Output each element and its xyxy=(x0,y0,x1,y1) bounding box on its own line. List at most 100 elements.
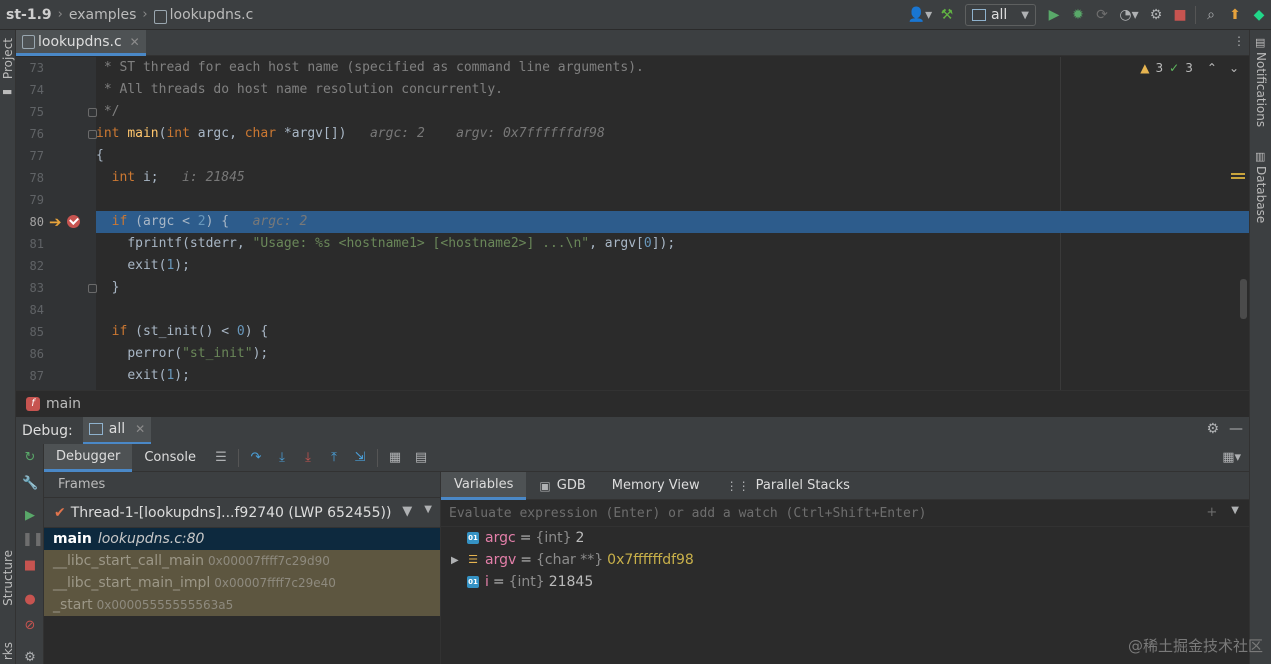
frame-name: main xyxy=(53,531,92,547)
variable-row[interactable]: 01 i = {int} 21845 xyxy=(441,571,1249,593)
code-text: exit( xyxy=(127,258,167,273)
database-tool-button[interactable]: Database xyxy=(1254,166,1268,223)
structure-tool-button[interactable]: Structure xyxy=(1,550,15,606)
rerun-icon[interactable]: ↻ xyxy=(22,450,38,466)
keyword: int xyxy=(111,170,136,185)
variable-row[interactable]: ▶ ☰ argv = {char **} 0x7ffffffdf98 xyxy=(441,549,1249,571)
tab-label: Memory View xyxy=(611,478,700,493)
chevron-down-icon[interactable]: ▼ xyxy=(424,504,432,519)
layout-settings-icon[interactable]: ▦▾ xyxy=(1222,450,1241,465)
keyword: if xyxy=(111,214,128,229)
update-icon[interactable]: ⬆ xyxy=(1223,3,1247,27)
breadcrumb: st-1.9 › examples › lookupdns.c xyxy=(0,0,253,30)
breadcrumb-file[interactable]: lookupdns.c xyxy=(170,7,254,23)
add-watch-icon[interactable]: + xyxy=(1206,505,1217,520)
tab-memory-view[interactable]: Memory View xyxy=(599,472,713,500)
watermark: @稀土掘金技术社区 xyxy=(1127,637,1263,655)
attach-icon[interactable]: ⚙ xyxy=(1144,3,1168,27)
search-icon[interactable]: ⌕ xyxy=(1199,3,1223,27)
project-tool-button[interactable]: Project xyxy=(1,38,15,79)
run-configuration-select[interactable]: all ▼ xyxy=(964,4,1036,26)
gear-icon[interactable]: ⚙ xyxy=(1206,421,1219,437)
variable-row[interactable]: 01 argc = {int} 2 xyxy=(441,527,1249,549)
variable-name: argv xyxy=(485,552,517,568)
resume-icon[interactable]: ▶ xyxy=(22,508,38,524)
frame-row[interactable]: main lookupdns.c:80 xyxy=(44,528,440,550)
gear-icon[interactable]: ⚙ xyxy=(22,650,38,664)
filter-icon[interactable]: ▼ xyxy=(402,504,412,519)
run-icon[interactable]: ▶ xyxy=(1042,3,1066,27)
string-literal: "st_init" xyxy=(182,346,253,361)
close-icon[interactable]: ✕ xyxy=(135,422,145,436)
view-breakpoints-icon[interactable]: ● xyxy=(22,592,38,608)
scrollbar-marker[interactable] xyxy=(1231,173,1245,179)
evaluate-expression-row: + ▼ xyxy=(441,500,1249,527)
frame-row[interactable]: _start 0x00005555555563a5 xyxy=(44,594,440,616)
editor-scrollbar[interactable] xyxy=(1240,279,1247,319)
close-icon[interactable]: ✕ xyxy=(130,35,140,49)
mute-breakpoints-icon[interactable]: ⊘ xyxy=(22,618,38,634)
chevron-up-icon[interactable]: ⌃ xyxy=(1207,61,1217,75)
inspection-widget[interactable]: ▲ 3 ✓ 3 ⌃ ⌄ xyxy=(1140,61,1239,75)
bell-icon: ▤ xyxy=(1255,36,1266,49)
step-out-icon[interactable]: ⤒ xyxy=(321,444,347,472)
wrench-icon[interactable]: 🔧 xyxy=(22,476,38,492)
bookmarks-tool-button[interactable]: rks xyxy=(1,642,15,660)
breadcrumb-project[interactable]: st-1.9 xyxy=(6,7,52,23)
evaluate-expression-input[interactable] xyxy=(449,505,1189,521)
equals-sign: = xyxy=(519,530,532,546)
debug-session-tab[interactable]: all ✕ xyxy=(82,416,152,445)
step-over-icon[interactable]: ↷ xyxy=(243,444,269,472)
breakpoint-icon[interactable] xyxy=(67,215,80,228)
run-configuration-label: all xyxy=(990,7,1008,23)
tab-lookupdns-c[interactable]: lookupdns.c ✕ xyxy=(16,30,146,56)
step-into-icon[interactable]: ⤓ xyxy=(269,444,295,472)
tab-variables[interactable]: Variables xyxy=(441,471,527,500)
trace-icon[interactable]: ▤ xyxy=(408,444,434,472)
user-icon[interactable]: 👤▾ xyxy=(905,3,935,27)
tab-parallel-stacks[interactable]: ⋮⋮ Parallel Stacks xyxy=(713,472,863,500)
pause-icon[interactable]: ❚❚ xyxy=(22,532,44,548)
force-step-into-icon[interactable]: ⤓ xyxy=(295,444,321,472)
more-vertical-icon[interactable]: ⋮ xyxy=(1233,34,1245,48)
evaluate-expression-icon[interactable]: ▦ xyxy=(382,444,408,472)
folder-icon: ▬ xyxy=(2,85,13,98)
frame-row[interactable]: __libc_start_main_impl 0x00007ffff7c29e4… xyxy=(44,572,440,594)
code-editor[interactable]: 73 * ST thread for each host name (speci… xyxy=(16,57,1249,390)
function-name: main xyxy=(127,126,159,141)
number-literal: 0 xyxy=(643,236,652,251)
navigation-bar: st-1.9 › examples › lookupdns.c 👤▾ ⚒ all… xyxy=(0,0,1271,30)
chevron-down-icon[interactable]: ⌄ xyxy=(1229,61,1239,75)
frame-location: lookupdns.c:80 xyxy=(97,531,205,547)
function-breadcrumb[interactable]: f main xyxy=(16,390,1249,416)
line-number: 75 xyxy=(29,105,44,119)
build-hammer-icon[interactable]: ⚒ xyxy=(935,3,959,27)
tab-console[interactable]: Console xyxy=(132,444,208,472)
toolbar-separator xyxy=(1195,6,1196,24)
function-breadcrumb-label: main xyxy=(46,395,81,412)
line-number: 86 xyxy=(29,347,44,361)
line-number: 81 xyxy=(29,237,44,251)
thread-select[interactable]: ✔ Thread-1-[lookupdns]...f92740 (LWP 652… xyxy=(44,498,440,528)
code-line-82: exit(1); xyxy=(96,255,1249,277)
menu-lines-icon[interactable]: ☰ xyxy=(208,444,234,472)
coverage-icon[interactable]: ◔▾ xyxy=(1114,3,1144,27)
chevron-right-icon[interactable]: ▶ xyxy=(451,555,467,566)
keyword: int xyxy=(96,126,120,141)
breadcrumb-folder[interactable]: examples xyxy=(69,7,137,23)
stop-icon[interactable]: ■ xyxy=(1168,3,1192,27)
clion-logo-icon[interactable]: ◆ xyxy=(1247,3,1271,27)
minimize-icon[interactable]: — xyxy=(1229,421,1243,437)
notifications-tool-button[interactable]: Notifications xyxy=(1254,52,1268,127)
stop-icon[interactable]: ■ xyxy=(22,558,38,574)
chevron-down-icon[interactable]: ▼ xyxy=(1231,505,1239,520)
tab-gdb[interactable]: ▣ GDB xyxy=(526,472,598,500)
left-tool-strip: Project ▬ Structure rks xyxy=(0,30,16,664)
right-tool-strip: ▤ Notifications ▥ Database xyxy=(1249,30,1271,664)
line-number: 85 xyxy=(29,325,44,339)
run-to-cursor-icon[interactable]: ⇲ xyxy=(347,444,373,472)
debug-bug-icon[interactable]: ✹ xyxy=(1066,3,1090,27)
tab-debugger[interactable]: Debugger xyxy=(44,443,133,472)
profile-icon[interactable]: ⟳ xyxy=(1090,3,1114,27)
frame-row[interactable]: __libc_start_call_main 0x00007ffff7c29d9… xyxy=(44,550,440,572)
